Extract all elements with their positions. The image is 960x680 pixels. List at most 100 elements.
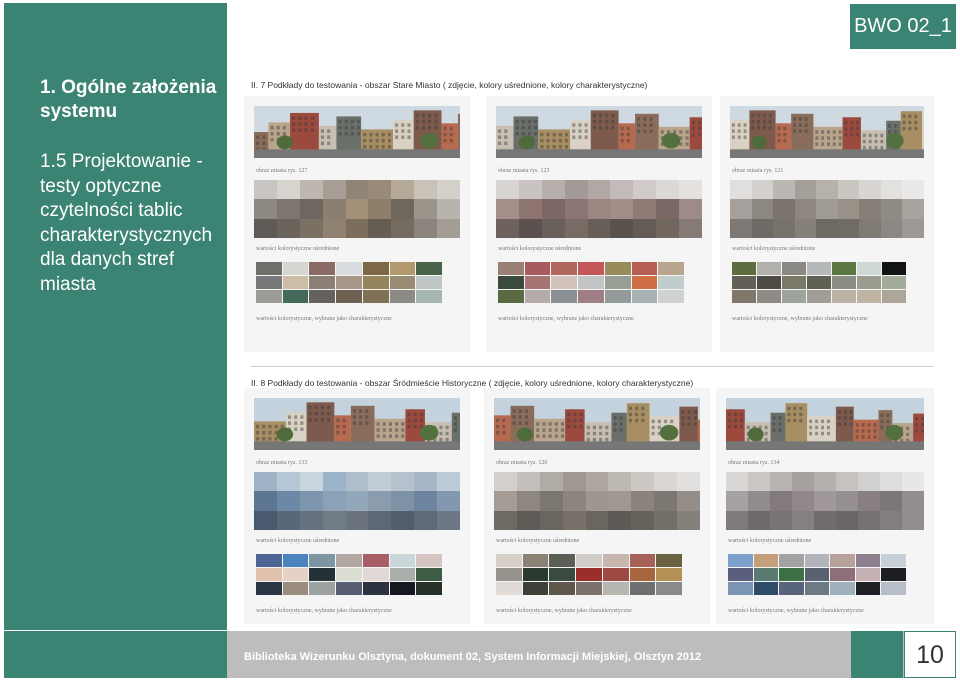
color-swatch [282, 290, 309, 303]
color-swatch [576, 582, 602, 595]
color-swatch [549, 582, 576, 595]
color-swatch [549, 554, 576, 567]
color-swatch [779, 568, 804, 581]
color-swatch [389, 554, 416, 567]
mosaic-cell [541, 180, 565, 200]
mosaic-cell [391, 510, 415, 530]
mosaic-cell [730, 180, 752, 200]
color-swatch [753, 568, 779, 581]
mosaic-cell [276, 491, 300, 511]
color-swatch [629, 582, 656, 595]
mosaic-cell [587, 199, 611, 219]
mosaic-cell [748, 491, 770, 511]
mosaic-cell [562, 491, 586, 511]
color-swatch [728, 582, 753, 595]
mosaic-cell [836, 491, 858, 511]
mosaic-cell [730, 199, 752, 219]
color-swatch [855, 568, 881, 581]
mosaic-cell [610, 218, 634, 238]
mosaic-cell [794, 180, 817, 200]
photo-caption: obraz miasta rys. 133 [256, 460, 308, 466]
mosaic-cell [345, 199, 369, 219]
city-photo [254, 398, 460, 450]
color-swatch [631, 262, 658, 275]
mosaic-cell [633, 199, 657, 219]
mosaic-cell [322, 199, 346, 219]
mosaic-cell [414, 472, 438, 492]
photo-caption: obraz miasta rys. 121 [732, 168, 784, 174]
mosaic-cell [610, 180, 634, 200]
document-code-badge: BWO 02_1 [850, 4, 956, 49]
color-swatch [604, 276, 631, 289]
mosaic-cell [837, 180, 860, 200]
mosaic-cell [299, 199, 323, 219]
color-swatch [629, 568, 656, 581]
color-swatch [830, 568, 855, 581]
mosaic-cell [368, 472, 392, 492]
color-swatch [576, 568, 602, 581]
mosaic-cell [562, 472, 586, 492]
color-swatch [282, 582, 309, 595]
page-number: 10 [904, 631, 956, 678]
mosaic-cell [322, 180, 346, 200]
mosaic-cell [633, 180, 657, 200]
mosaic-cell [751, 180, 774, 200]
characteristic-caption: wartości kolorystyczne, wybrane jako cha… [256, 608, 392, 614]
color-swatch [857, 290, 881, 303]
city-photo [726, 398, 924, 450]
mosaic-cell [792, 472, 814, 492]
color-swatch [309, 290, 336, 303]
color-swatch [882, 290, 906, 303]
mosaic-cell [730, 218, 752, 238]
mosaic-cell [254, 180, 277, 200]
color-swatch [658, 262, 684, 275]
mosaic-cell [631, 491, 655, 511]
color-swatch [496, 582, 522, 595]
mosaic-cell [654, 472, 678, 492]
mosaic-cell [880, 218, 903, 238]
color-swatch [881, 568, 906, 581]
mosaic-cell [751, 218, 774, 238]
footer-right-accent [851, 631, 903, 678]
mosaic-cell [679, 218, 702, 238]
mosaic-cell [254, 199, 277, 219]
mosaic-cell [677, 491, 700, 511]
color-swatch [389, 262, 416, 275]
mosaic-cell [562, 510, 586, 530]
mosaic-cell [391, 472, 415, 492]
mosaic-cell [437, 199, 460, 219]
mosaic-cell [564, 180, 588, 200]
color-swatch [282, 276, 309, 289]
color-swatch [309, 568, 336, 581]
color-swatch [602, 554, 629, 567]
color-swatch [336, 554, 362, 567]
color-swatch [256, 276, 282, 289]
mosaic-cell [726, 510, 748, 530]
mosaic-cell [541, 199, 565, 219]
mosaic-cell [902, 180, 924, 200]
color-swatch [604, 290, 631, 303]
color-swatch [498, 276, 524, 289]
color-swatch [522, 582, 549, 595]
mosaic-cell [368, 180, 392, 200]
mosaic-cell [608, 491, 632, 511]
mosaic-cell [858, 510, 880, 530]
mosaic-cell [276, 218, 300, 238]
color-swatch [782, 290, 806, 303]
mosaic-cell [792, 491, 814, 511]
characteristic-caption: wartości kolorystyczne, wybrane jako cha… [496, 608, 632, 614]
mosaic-cell [679, 180, 702, 200]
mosaic-cell [836, 510, 858, 530]
color-swatch [832, 276, 856, 289]
mosaic-cell [414, 218, 438, 238]
color-swatch [389, 582, 416, 595]
mosaic-cell [656, 218, 680, 238]
mosaic-cell [858, 491, 880, 511]
color-swatch [753, 582, 779, 595]
averaged-color-mosaic [494, 472, 700, 530]
color-swatch [604, 262, 631, 275]
mosaic-cell [633, 218, 657, 238]
averaged-caption: wartości kolorystyczne uśrednione [256, 538, 340, 544]
mosaic-cell [322, 510, 346, 530]
color-swatch [578, 262, 604, 275]
